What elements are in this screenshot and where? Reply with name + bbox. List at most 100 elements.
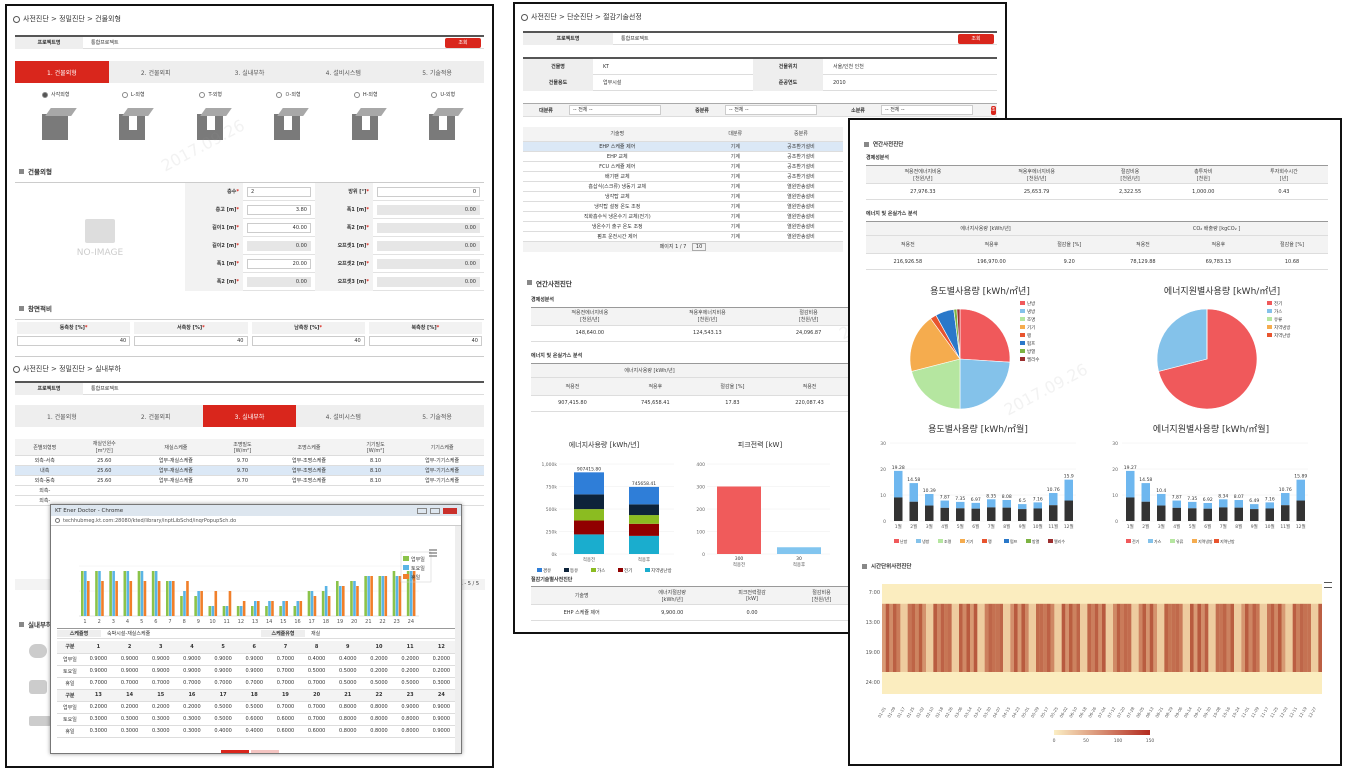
schedule-cell[interactable]: 0.3000 (145, 725, 177, 738)
schedule-cell[interactable]: 0.9000 (425, 725, 457, 738)
maximize-icon[interactable] (430, 507, 440, 514)
field-input[interactable]: 0.00 (377, 222, 480, 233)
schedule-cell[interactable]: 0.7000 (301, 677, 333, 690)
table-row[interactable]: 배기팬 교체 기계 공조환기설비 (523, 171, 843, 182)
schedule-cell[interactable]: 0.9000 (176, 665, 208, 678)
schedule-cell[interactable]: 0.5000 (332, 677, 364, 690)
schedule-cell[interactable]: 0.2000 (363, 653, 395, 666)
table-row[interactable]: EHP 스케쥴 제어 기계 공조환기설비 (523, 141, 843, 152)
window-input[interactable]: 40 (368, 336, 482, 346)
schedule-cell[interactable]: 0.2000 (176, 701, 208, 714)
window-input[interactable]: 40 (17, 336, 131, 346)
schedule-cell[interactable]: 0.3000 (114, 725, 146, 738)
schedule-cell[interactable]: 0.3000 (145, 713, 177, 726)
step-indoor-load[interactable]: 3. 실내부하 (203, 61, 297, 83)
schedule-cell[interactable]: 0.5000 (332, 665, 364, 678)
table-row[interactable]: FCU 스케쥴 제어 기계 공조환기설비 (523, 161, 843, 172)
field-input[interactable]: 40.00 (247, 222, 311, 233)
schedule-cell[interactable]: 0.3000 (82, 713, 114, 726)
table-row[interactable]: 내측 25.60 업무-재실스케쥴 9.70 업무-조명스케쥴 8.10 업무-기기스케쥴 (15, 465, 484, 476)
step-technology[interactable]: 5. 기술적용 (390, 405, 484, 427)
close-icon[interactable] (443, 507, 457, 514)
shape-option[interactable]: U-외형 (413, 91, 473, 142)
schedule-cell[interactable]: 0.5000 (238, 701, 270, 714)
table-row[interactable]: 냉각탑 교체 기계 열원반송설비 (523, 191, 843, 202)
schedule-cell[interactable]: 0.3000 (176, 713, 208, 726)
table-row[interactable]: EHP 교체 기계 공조환기설비 (523, 151, 843, 162)
step-equipment[interactable]: 4. 설비시스템 (296, 61, 390, 83)
schedule-cell[interactable]: 0.2000 (394, 665, 426, 678)
schedule-cell[interactable]: 0.7000 (269, 677, 302, 690)
table-row[interactable]: 흡삽식(스크류) 냉동기 교체 기계 열원반송설비 (523, 181, 843, 192)
schedule-cell[interactable]: 0.8000 (394, 713, 426, 726)
schedule-cell[interactable]: 0.8000 (332, 713, 364, 726)
filter-select[interactable]: -- 전체 -- (569, 105, 661, 115)
query-button[interactable]: 조회 (445, 37, 481, 48)
popup-scrollbar[interactable] (455, 526, 461, 753)
field-input[interactable]: 0.00 (377, 276, 480, 287)
schedule-cell[interactable]: 0.7000 (301, 701, 333, 714)
radio-icon[interactable] (199, 91, 206, 98)
popup-scroll-tabs[interactable] (221, 749, 281, 753)
field-input[interactable]: 0.00 (377, 240, 480, 251)
window-input[interactable]: 40 (134, 336, 248, 346)
field-input[interactable]: 0.00 (247, 276, 311, 287)
schedule-cell[interactable]: 0.5000 (394, 677, 426, 690)
schedule-cell[interactable]: 0.8000 (332, 725, 364, 738)
table-row[interactable]: 외측-서측 25.60 업무-재실스케쥴 9.70 업무-조명스케쥴 8.10 업무-기기스… (15, 455, 484, 466)
schedule-cell[interactable]: 0.2000 (82, 701, 114, 714)
schedule-cell[interactable]: 0.4000 (332, 653, 364, 666)
schedule-cell[interactable]: 0.9000 (238, 665, 270, 678)
tech-pager[interactable]: 페이지 1 / 7 10 (523, 241, 843, 252)
radio-icon[interactable] (275, 91, 282, 98)
table-row[interactable]: 외측-동측 25.60 업무-재실스케쥴 9.70 업무-조명스케쥴 8.10 업무-기기스… (15, 475, 484, 486)
step-building-shape[interactable]: 1. 건물외형 (15, 405, 109, 427)
step-envelope[interactable]: 2. 건물외피 (109, 61, 203, 83)
popup-titlebar[interactable]: KT Ener Doctor - Chrome (51, 505, 461, 516)
schedule-cell[interactable]: 0.9000 (207, 653, 239, 666)
schedule-cell[interactable]: 0.9000 (176, 653, 208, 666)
table-row[interactable]: 펌프 운전시간 제어 기계 열원반송설비 (523, 231, 843, 242)
schedule-cell[interactable]: 0.9000 (145, 653, 177, 666)
schedule-cell[interactable]: 0.8000 (394, 725, 426, 738)
schedule-cell[interactable]: 0.6000 (269, 725, 302, 738)
schedule-cell[interactable]: 0.7000 (82, 677, 114, 690)
schedule-cell[interactable]: 0.7000 (145, 677, 177, 690)
step-equipment[interactable]: 4. 설비시스템 (296, 405, 390, 427)
schedule-cell[interactable]: 0.5000 (301, 665, 333, 678)
table-row[interactable]: 외측- (15, 485, 484, 496)
table-row[interactable]: 직화흡수식 냉온수기 교체(전기) 기계 열원반송설비 (523, 211, 843, 222)
field-input[interactable]: 0.00 (377, 204, 480, 215)
schedule-cell[interactable]: 0.2000 (363, 665, 395, 678)
schedule-cell[interactable]: 0.5000 (207, 713, 239, 726)
schedule-cell[interactable]: 0.8000 (363, 701, 395, 714)
schedule-cell[interactable]: 0.3000 (114, 713, 146, 726)
schedule-cell[interactable]: 0.9000 (394, 701, 426, 714)
field-input[interactable]: 0.00 (377, 258, 480, 269)
floor-select[interactable]: 2 (247, 186, 311, 197)
schedule-cell[interactable]: 0.3000 (176, 725, 208, 738)
schedule-cell[interactable]: 0.2000 (425, 665, 457, 678)
schedule-cell[interactable]: 0.9000 (207, 665, 239, 678)
chart-menu-icon[interactable] (429, 549, 437, 557)
schedule-cell[interactable]: 0.9000 (425, 701, 457, 714)
radio-icon[interactable] (353, 91, 360, 98)
minimize-icon[interactable] (417, 507, 427, 514)
window-input[interactable]: 40 (251, 336, 365, 346)
filter-select[interactable]: -- 전체 -- (881, 105, 973, 115)
schedule-cell[interactable]: 0.3000 (425, 677, 457, 690)
shape-option[interactable]: ㅁ-외형 (258, 91, 318, 142)
schedule-cell[interactable]: 0.6000 (269, 713, 302, 726)
schedule-cell[interactable]: 0.9000 (238, 653, 270, 666)
schedule-cell[interactable]: 0.7000 (176, 677, 208, 690)
schedule-cell[interactable]: 0.8000 (363, 713, 395, 726)
schedule-cell[interactable]: 0.9000 (114, 665, 146, 678)
field-input[interactable]: 0.00 (247, 240, 311, 251)
field-input[interactable]: 20.00 (247, 258, 311, 269)
schedule-cell[interactable]: 0.2000 (145, 701, 177, 714)
schedule-cell[interactable]: 0.7000 (269, 653, 302, 666)
step-envelope[interactable]: 2. 건물외피 (109, 405, 203, 427)
schedule-cell[interactable]: 0.3000 (82, 725, 114, 738)
schedule-cell[interactable]: 0.4000 (301, 653, 333, 666)
schedule-cell[interactable]: 0.7000 (269, 701, 302, 714)
